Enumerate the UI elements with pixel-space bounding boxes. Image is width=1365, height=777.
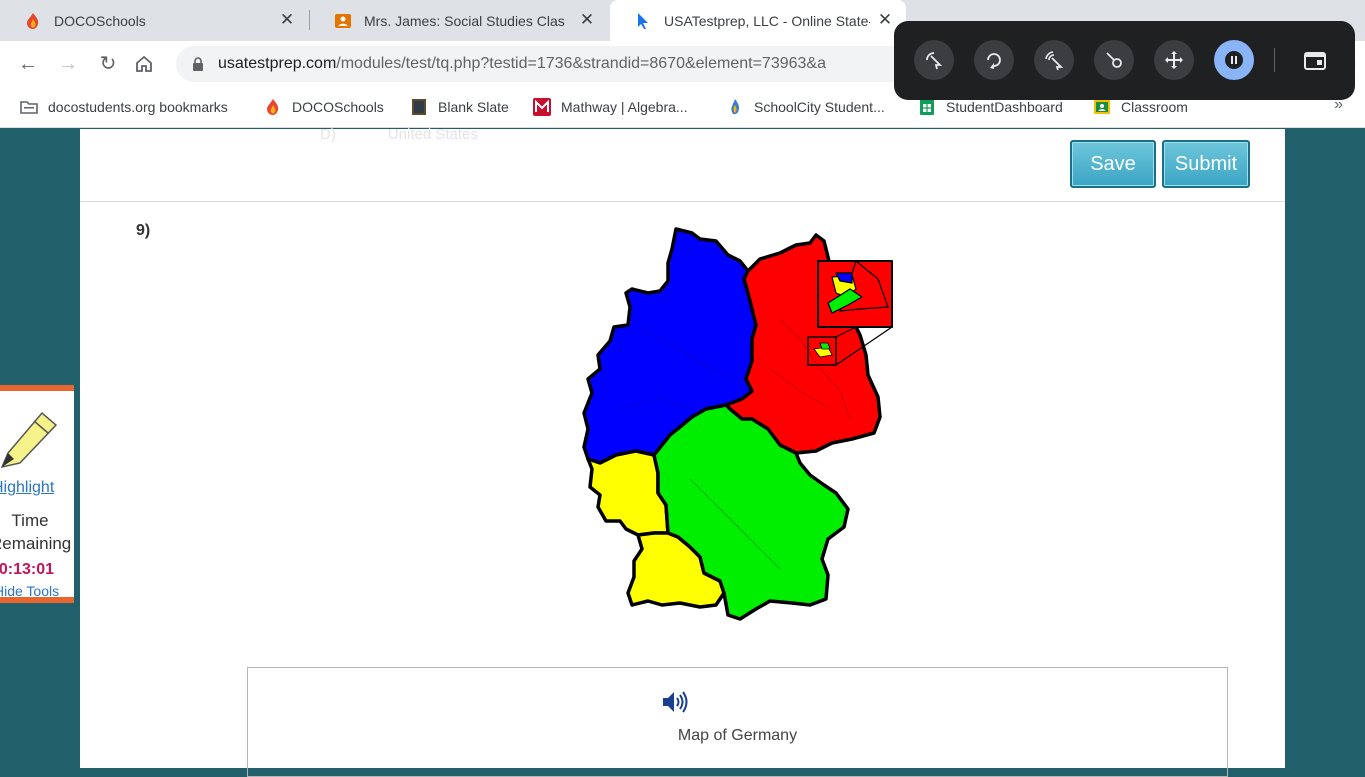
faded-choice-text: United States <box>387 126 478 143</box>
move-button[interactable] <box>1154 40 1194 80</box>
countdown-timer: 00:13:01 <box>0 561 55 578</box>
bookmark-label: Classroom <box>1121 99 1188 115</box>
tab-mrs-james[interactable]: Mrs. James: Social Studies Clas ✕ <box>310 0 608 41</box>
test-tools-panel: Highlight Time Remaining 00:13:01 Hide T… <box>0 385 74 603</box>
schoolcity-icon <box>731 99 739 115</box>
highlight-link[interactable]: Highlight <box>0 479 54 497</box>
doco-flame-icon <box>267 99 279 115</box>
tab-docoschools[interactable]: DOCOSchools ✕ <box>0 0 308 41</box>
wave-pointer-button[interactable] <box>1034 40 1074 80</box>
bookmark-blank-slate[interactable]: Blank Slate <box>410 97 509 117</box>
faded-choice-letter: D) <box>320 126 336 143</box>
pointer-tool-icon <box>926 52 943 70</box>
bookmark-label: SchoolCity Student... <box>754 99 885 115</box>
header-divider <box>80 201 1285 202</box>
bookmark-docostudents[interactable]: docostudents.org bookmarks <box>20 97 228 117</box>
hide-tools-link[interactable]: Hide Tools <box>0 583 59 597</box>
highlighter-icon[interactable] <box>0 409 58 473</box>
reload-icon[interactable]: ↻ <box>94 50 122 78</box>
test-question-page: D) United States Save Submit 9) Map of G… <box>80 126 1285 777</box>
question-number: 9) <box>136 222 151 239</box>
tab-usatestprep[interactable]: USATestprep, LLC - Online State-S ✕ <box>610 0 906 41</box>
close-icon[interactable]: ✕ <box>578 11 596 29</box>
bookmark-docoschools[interactable]: DOCOSchools <box>264 97 384 117</box>
sheets-icon <box>920 99 934 115</box>
bookmark-label: Mathway | Algebra... <box>561 99 688 115</box>
undo-pointer-icon <box>987 53 1001 69</box>
forward-arrow-icon[interactable]: → <box>54 50 82 78</box>
tab-title: Mrs. James: Social Studies Clas <box>364 12 565 29</box>
save-button[interactable]: Save <box>1070 140 1156 188</box>
url-text: usatestprep.com/modules/test/tq.php?test… <box>218 55 826 73</box>
screen-recorder-toolbar <box>894 21 1355 100</box>
classroom-icon <box>335 13 351 28</box>
tab-title: USATestprep, LLC - Online State-S <box>664 12 870 29</box>
lock-icon <box>193 57 203 71</box>
map-caption-box: Map of Germany <box>247 667 1228 777</box>
mathway-icon <box>533 98 551 116</box>
bookmark-mathway[interactable]: Mathway | Algebra... <box>533 97 688 117</box>
map-caption: Map of Germany <box>677 727 798 744</box>
folder-icon <box>20 101 38 114</box>
blank-slate-icon <box>412 99 426 115</box>
undo-pointer-button[interactable] <box>974 40 1014 80</box>
submit-button[interactable]: Submit <box>1162 140 1250 188</box>
faded-answer-choice: D) United States <box>320 126 530 143</box>
target-pointer-button[interactable] <box>1094 40 1134 80</box>
tab-title: DOCOSchools <box>54 12 146 29</box>
pause-button[interactable] <box>1214 40 1254 80</box>
wave-pointer-icon <box>1045 51 1064 70</box>
url-path: /modules/test/tq.php?testid=1736&strandi… <box>336 55 826 72</box>
bookmark-schoolcity[interactable]: SchoolCity Student... <box>726 97 885 117</box>
bookmark-studentdashboard[interactable]: StudentDashboard <box>918 97 1063 117</box>
classroom-icon <box>1094 100 1110 114</box>
close-icon[interactable]: ✕ <box>876 11 894 29</box>
close-icon[interactable]: ✕ <box>278 11 296 29</box>
url-host: usatestprep.com <box>218 55 337 72</box>
window-icon[interactable] <box>1303 50 1327 72</box>
pointer-tool-button[interactable] <box>914 40 954 80</box>
bookmark-label: StudentDashboard <box>946 99 1063 115</box>
cursor-arrow-icon <box>638 12 648 29</box>
home-icon[interactable] <box>134 54 154 74</box>
pause-icon <box>1225 51 1243 69</box>
bookmark-classroom[interactable]: Classroom <box>1093 97 1188 117</box>
doco-flame-icon <box>27 12 39 29</box>
germany-map <box>582 227 893 621</box>
bookmark-label: docostudents.org bookmarks <box>48 99 228 115</box>
target-pointer-icon <box>1106 52 1122 68</box>
back-arrow-icon[interactable]: ← <box>14 50 42 78</box>
recorder-divider <box>1274 48 1275 72</box>
speaker-icon[interactable] <box>661 690 689 714</box>
bookmark-label: Blank Slate <box>438 99 509 115</box>
move-icon <box>1165 51 1183 69</box>
time-remaining-label: Time Remaining <box>0 511 72 553</box>
bookmark-label: DOCOSchools <box>292 99 384 115</box>
